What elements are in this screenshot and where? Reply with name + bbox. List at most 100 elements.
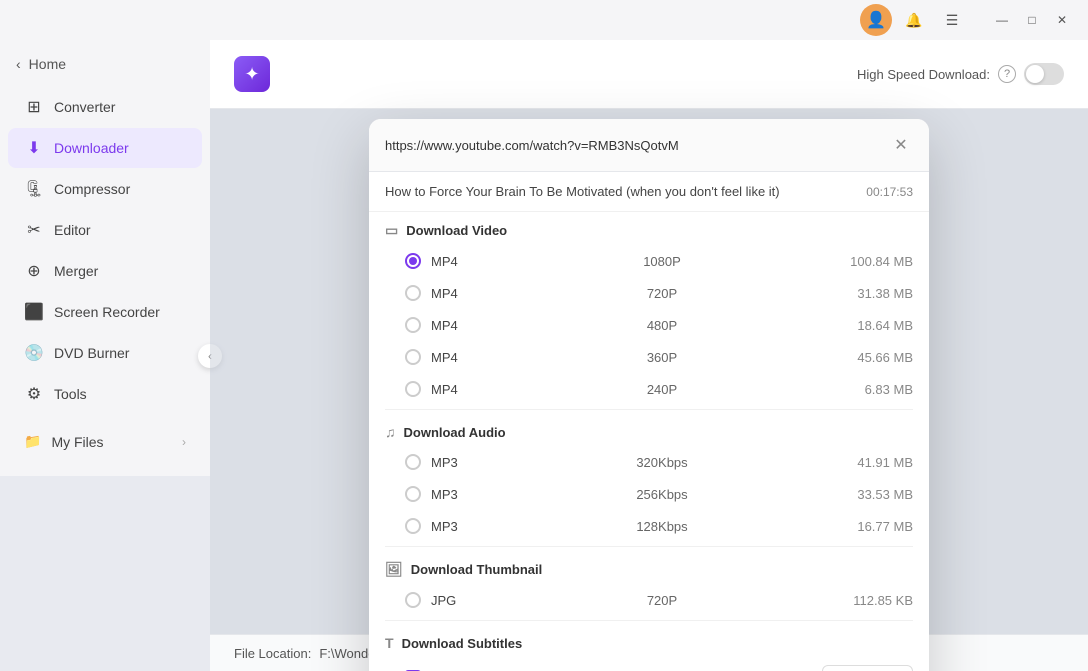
video-url: https://www.youtube.com/watch?v=RMB3NsQo… — [385, 138, 881, 153]
video-format-row-2[interactable]: MP4 480P 18.64 MB — [369, 309, 929, 341]
audio-formats-list: MP3 320Kbps 41.91 MB MP3 256Kbps 33.53 M… — [369, 446, 929, 542]
divider-audio — [385, 409, 913, 410]
audio-section-icon: ♫ — [385, 424, 396, 440]
logo-icon: ✦ — [244, 64, 259, 85]
video-format-size-4: 6.83 MB — [833, 382, 913, 397]
sidebar-bottom: 📁 My Files › — [0, 415, 210, 468]
maximize-button[interactable]: □ — [1018, 10, 1046, 30]
help-icon[interactable]: ? — [998, 65, 1016, 83]
audio-format-radio-0[interactable] — [405, 454, 421, 470]
video-format-radio-4[interactable] — [405, 381, 421, 397]
subtitles-section-icon: T — [385, 635, 394, 651]
converter-icon: ⊞ — [24, 97, 44, 117]
video-format-radio-2[interactable] — [405, 317, 421, 333]
video-format-size-0: 100.84 MB — [833, 254, 913, 269]
video-format-quality-1: 720P — [491, 286, 833, 301]
video-format-type-1: MP4 — [431, 286, 491, 301]
audio-format-radio-1[interactable] — [405, 486, 421, 502]
notification-icon[interactable]: 🔔 — [898, 4, 930, 36]
sidebar-item-merger[interactable]: ⊕ Merger — [8, 251, 202, 291]
sidebar-item-my-files[interactable]: 📁 My Files › — [8, 423, 202, 460]
sidebar-item-dvd-burner[interactable]: 💿 DVD Burner — [8, 333, 202, 373]
audio-format-radio-2[interactable] — [405, 518, 421, 534]
video-format-size-2: 18.64 MB — [833, 318, 913, 333]
divider-thumbnail — [385, 546, 913, 547]
home-label: Home — [29, 56, 66, 72]
downloader-header: ✦ High Speed Download: ? — [210, 40, 1088, 109]
menu-icon[interactable]: ☰ — [936, 4, 968, 36]
audio-format-row-1[interactable]: MP3 256Kbps 33.53 MB — [369, 478, 929, 510]
sidebar-item-tools[interactable]: ⚙ Tools — [8, 374, 202, 414]
sidebar-home[interactable]: ‹ Home — [0, 48, 210, 86]
window-controls: — □ ✕ — [988, 10, 1076, 30]
download-subtitles-section-header: T Download Subtitles — [369, 625, 929, 657]
video-format-size-3: 45.66 MB — [833, 350, 913, 365]
download-options-modal: https://www.youtube.com/watch?v=RMB3NsQo… — [369, 119, 929, 671]
files-icon: 📁 — [24, 433, 41, 450]
video-format-quality-0: 1080P — [491, 254, 833, 269]
thumbnail-format-radio-0[interactable] — [405, 592, 421, 608]
audio-format-type-2: MP3 — [431, 519, 491, 534]
sidebar: ‹ Home ⊞ Converter ⬇ Downloader 🗜 Compre… — [0, 40, 210, 476]
thumbnail-format-size-0: 112.85 KB — [833, 593, 913, 608]
audio-format-type-0: MP3 — [431, 455, 491, 470]
video-duration: 00:17:53 — [866, 185, 913, 199]
sidebar-item-compressor[interactable]: 🗜 Compressor — [8, 169, 202, 209]
sidebar-item-label-tools: Tools — [54, 386, 87, 402]
video-format-radio-1[interactable] — [405, 285, 421, 301]
sidebar-item-label-compressor: Compressor — [54, 181, 130, 197]
video-title: How to Force Your Brain To Be Motivated … — [385, 184, 780, 199]
video-format-row-1[interactable]: MP4 720P 31.38 MB — [369, 277, 929, 309]
sidebar-item-screen-recorder[interactable]: ⬛ Screen Recorder — [8, 292, 202, 332]
video-format-type-0: MP4 — [431, 254, 491, 269]
video-format-radio-3[interactable] — [405, 349, 421, 365]
audio-format-type-1: MP3 — [431, 487, 491, 502]
screen-recorder-icon: ⬛ — [24, 302, 44, 322]
audio-format-row-2[interactable]: MP3 128Kbps 16.77 MB — [369, 510, 929, 542]
audio-format-row-0[interactable]: MP3 320Kbps 41.91 MB — [369, 446, 929, 478]
close-button[interactable]: ✕ — [1048, 10, 1076, 30]
video-format-row-3[interactable]: MP4 360P 45.66 MB — [369, 341, 929, 373]
video-format-type-2: MP4 — [431, 318, 491, 333]
sidebar-wrapper: ‹ Home ⊞ Converter ⬇ Downloader 🗜 Compre… — [0, 40, 210, 671]
thumbnail-format-quality-0: 720P — [491, 593, 833, 608]
editor-icon: ✂ — [24, 220, 44, 240]
video-format-row-4[interactable]: MP4 240P 6.83 MB — [369, 373, 929, 405]
video-format-row-0[interactable]: MP4 1080P 100.84 MB — [369, 245, 929, 277]
sidebar-item-downloader[interactable]: ⬇ Downloader — [8, 128, 202, 168]
minimize-button[interactable]: — — [988, 10, 1016, 30]
avatar-icon[interactable]: 👤 — [860, 4, 892, 36]
video-format-type-3: MP4 — [431, 350, 491, 365]
modal-close-button[interactable]: ✕ — [889, 133, 913, 157]
language-select[interactable]: English Spanish French German Chinese Ja… — [822, 665, 913, 671]
file-location-label: File Location: — [234, 646, 311, 661]
sidebar-item-editor[interactable]: ✂ Editor — [8, 210, 202, 250]
video-format-quality-4: 240P — [491, 382, 833, 397]
video-section-icon: ▭ — [385, 222, 398, 239]
download-thumbnail-section-header: 🖼 Download Thumbnail — [369, 551, 929, 584]
download-subtitles-label: Download Subtitles — [402, 636, 523, 651]
audio-format-size-2: 16.77 MB — [833, 519, 913, 534]
thumbnail-format-row-0[interactable]: JPG 720P 112.85 KB — [369, 584, 929, 616]
audio-format-quality-0: 320Kbps — [491, 455, 833, 470]
nav-items: ⊞ Converter ⬇ Downloader 🗜 Compressor ✂ … — [0, 86, 210, 415]
modal-overlay: https://www.youtube.com/watch?v=RMB3NsQo… — [210, 109, 1088, 634]
high-speed-section: High Speed Download: ? — [857, 63, 1064, 85]
tools-icon: ⚙ — [24, 384, 44, 404]
modal-url-bar: https://www.youtube.com/watch?v=RMB3NsQo… — [369, 119, 929, 172]
divider-subtitles — [385, 620, 913, 621]
my-files-label: My Files — [51, 434, 103, 450]
sidebar-item-label-converter: Converter — [54, 99, 115, 115]
compressor-icon: 🗜 — [24, 179, 44, 199]
high-speed-toggle[interactable] — [1024, 63, 1064, 85]
video-format-radio-0[interactable] — [405, 253, 421, 269]
content-area: ✦ High Speed Download: ? https://www.you… — [210, 40, 1088, 671]
titlebar: 👤 🔔 ☰ — □ ✕ — [0, 0, 1088, 40]
video-format-size-1: 31.38 MB — [833, 286, 913, 301]
sidebar-item-converter[interactable]: ⊞ Converter — [8, 87, 202, 127]
download-thumbnail-label: Download Thumbnail — [411, 562, 542, 577]
download-audio-section-header: ♫ Download Audio — [369, 414, 929, 446]
video-format-quality-3: 360P — [491, 350, 833, 365]
download-audio-label: Download Audio — [404, 425, 506, 440]
video-format-type-4: MP4 — [431, 382, 491, 397]
